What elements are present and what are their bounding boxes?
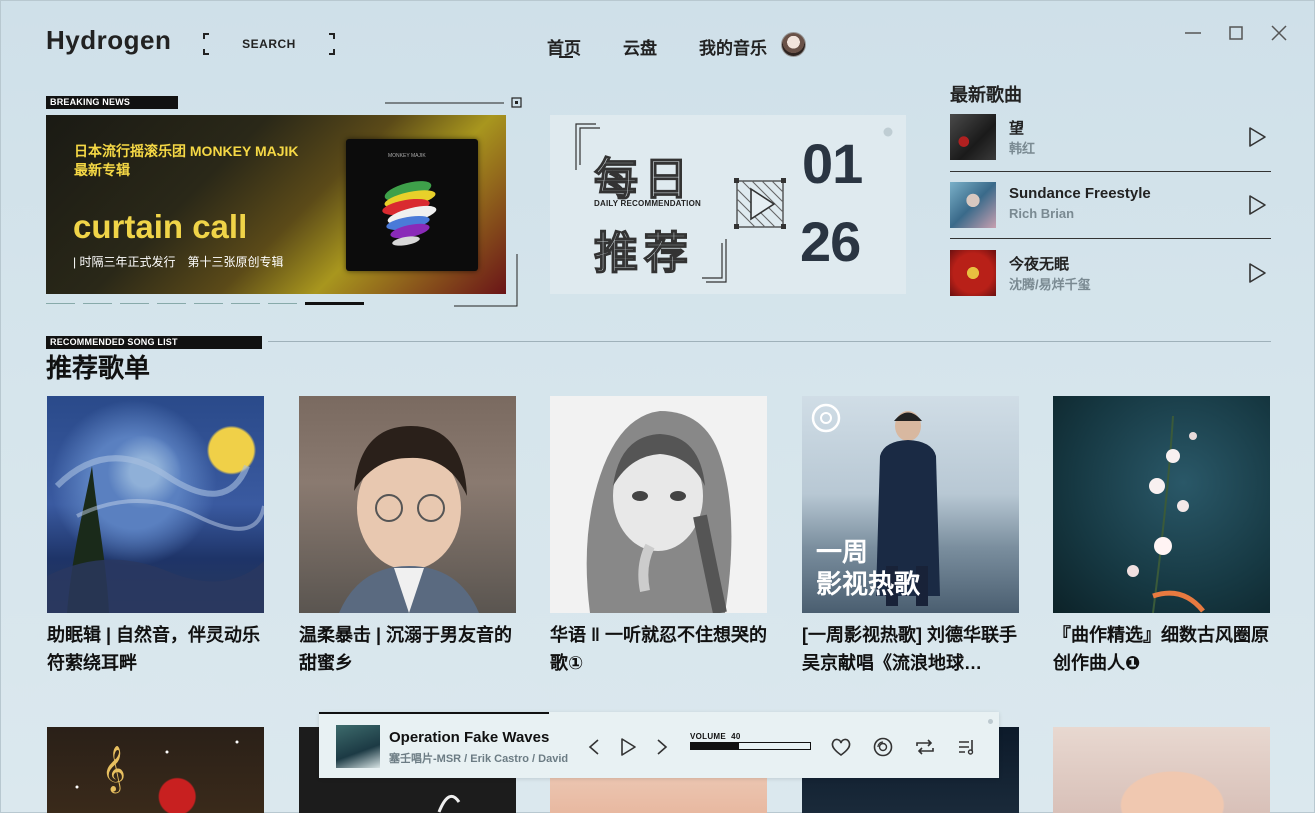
prev-icon[interactable] [583,736,605,758]
search-bracket [203,49,209,55]
banner-subtitle: | 时隔三年正式发行 第十三张原创专辑 [73,255,284,269]
heart-icon[interactable] [830,736,852,758]
nav-cloud[interactable]: 云盘 [623,34,657,59]
recommended-title: 推荐歌单 [46,353,151,383]
search-label: SEARCH [242,37,296,51]
daily-title-cn-1: 每日 [593,154,694,204]
daily-recommendation-card[interactable]: 每日 推荐 DAILY RECOMMENDATION 01 26 [550,115,906,294]
app-logo: Hydrogen [46,25,172,55]
netease-logo-icon [811,403,841,433]
playlist-title: 温柔暴击 | 沉溺于男友音的甜蜜乡 [299,625,513,673]
song-cover [950,182,996,228]
latest-songs-title: 最新歌曲 [950,85,1022,105]
playlist-card[interactable]: 一周 影视热歌 [一周影视热歌] 刘德华联手吴京献唱《流浪地球… [802,396,1019,677]
search-bracket [329,33,335,39]
carousel-dot[interactable] [268,303,297,304]
song-cover [950,114,996,160]
maximize-icon [1229,26,1243,40]
carousel-dot[interactable] [194,303,223,304]
search-button[interactable]: SEARCH [203,33,335,55]
song-name: 望 [1009,120,1025,137]
playlist-card[interactable]: 华语 ‖ 一听就忍不住想哭的歌① [550,396,767,677]
song-artist: 沈腾/易烊千玺 [1009,277,1091,292]
banner-album-cover: MONKEY MAJIK [346,139,478,271]
play-icon[interactable] [1247,194,1267,216]
playlist-card[interactable] [1053,727,1270,813]
close-button[interactable] [1269,23,1289,43]
volume-label: VOLUME 40 [690,732,741,741]
minimize-icon [1185,32,1201,34]
play-icon[interactable] [617,736,639,758]
playlist-cover [47,396,264,613]
maximize-button[interactable] [1226,23,1246,43]
playlist-cover [299,396,516,613]
song-artist: Rich Brian [1009,206,1075,221]
repeat-icon[interactable] [914,736,936,758]
playlist-cover [1053,396,1270,613]
play-icon[interactable] [1247,262,1267,284]
playlist-title: 华语 ‖ 一听就忍不住想哭的歌① [550,625,767,673]
song-artist: 韩红 [1009,141,1036,156]
progress-bar[interactable] [319,712,549,714]
cover-text: 一周 影视热歌 [816,537,921,599]
now-playing-artist: 塞壬唱片-MSR / Erik Castro / David… [389,753,569,765]
carousel-dot-active[interactable] [305,302,364,305]
treble-clef-icon: 𝄞 [102,746,126,794]
player-dot [988,719,993,724]
song-name: Sundance Freestyle [1009,185,1151,202]
playlist-title: 助眠辑 | 自然音，伴灵动乐符萦绕耳畔 [47,625,261,673]
carousel-indicators [46,302,364,305]
divider [268,341,1271,342]
carousel-dot[interactable] [231,303,260,304]
playlist-cover [550,396,767,613]
song-cover [950,250,996,296]
daily-title-en: DAILY RECOMMENDATION [594,199,701,208]
banner-title: curtain call [73,208,248,245]
playlist-card[interactable]: 温柔暴击 | 沉溺于男友音的甜蜜乡 [299,396,516,677]
close-icon [1271,25,1287,41]
search-bracket [329,49,335,55]
divider [950,238,1271,239]
playlist-card[interactable]: 𝄞 [47,727,264,813]
minimize-button[interactable] [1183,23,1203,43]
volume-fill [691,743,739,749]
banner-line-1: 日本流行摇滚乐团 MONKEY MAJIK 最新专辑 [74,143,299,178]
song-name: 今夜无眠 [1009,256,1070,273]
playlist-title: [一周影视热歌] 刘德华联手吴京献唱《流浪地球… [802,625,1017,673]
playlist-title: 『曲作精选』细数古风圈原创作曲人❶ [1053,625,1269,673]
playlist-cover: 一周 影视热歌 [802,396,1019,613]
nav-my-music[interactable]: 我的音乐 [699,34,767,59]
playlist-card[interactable]: 助眠辑 | 自然音，伴灵动乐符萦绕耳畔 [47,396,264,677]
daily-title-cn-2: 推荐 [593,228,694,278]
carousel-dot[interactable] [83,303,112,304]
divider [950,171,1271,172]
next-icon[interactable] [651,736,673,758]
daily-day: 26 [800,210,861,273]
play-icon [734,178,786,229]
volume-slider[interactable] [690,742,811,750]
breaking-news-tag: BREAKING NEWS [46,96,178,109]
latest-song-item[interactable]: 望 韩红 [950,114,1271,160]
svg-text:MONKEY MAJIK: MONKEY MAJIK [388,153,426,159]
avatar[interactable] [781,32,806,57]
nav-active-indicator [559,56,573,58]
player-bar: Operation Fake Waves 塞壬唱片-MSR / Erik Cas… [319,712,999,778]
app-window: Hydrogen SEARCH 首页 云盘 我的音乐 BREAKING NEWS… [0,0,1315,813]
now-playing-cover[interactable] [336,725,380,768]
playlist-icon[interactable] [956,736,978,758]
latest-song-item[interactable]: Sundance Freestyle Rich Brian [950,182,1271,228]
now-playing-title: Operation Fake Waves [389,729,550,746]
play-icon[interactable] [1247,126,1267,148]
playlist-card[interactable]: 『曲作精选』细数古风圈原创作曲人❶ [1053,396,1270,677]
latest-song-item[interactable]: 今夜无眠 沈腾/易烊千玺 [950,250,1271,296]
carousel-dot[interactable] [46,303,75,304]
carousel-dot[interactable] [120,303,149,304]
search-bracket [203,33,209,39]
disc-icon[interactable] [872,736,894,758]
daily-month: 01 [802,132,863,195]
carousel-dot[interactable] [157,303,186,304]
banner-carousel[interactable]: 日本流行摇滚乐团 MONKEY MAJIK 最新专辑 curtain call … [46,115,506,294]
